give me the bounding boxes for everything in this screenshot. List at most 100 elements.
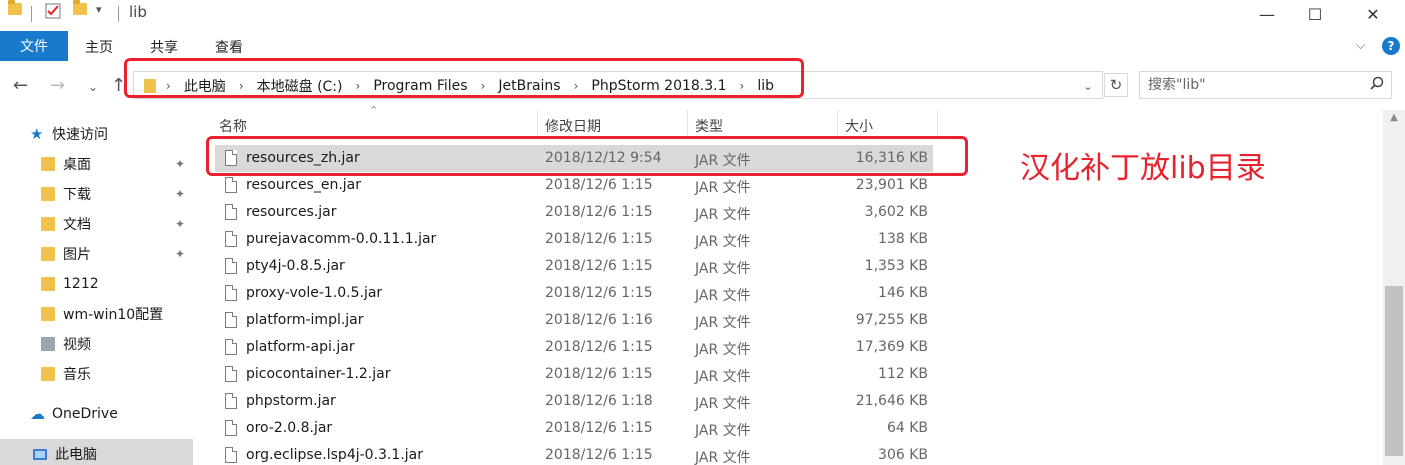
column-divider[interactable]: [937, 110, 938, 138]
file-name: phpstorm.jar: [246, 393, 336, 409]
file-name: platform-impl.jar: [246, 312, 364, 328]
ribbon: 文件 主页 共享 查看 ⌵ ?: [0, 31, 1405, 61]
table-row[interactable]: org.eclipse.lsp4j-0.3.1.jar 2018/12/6 1:…: [215, 442, 933, 465]
sidebar-item-pictures[interactable]: 图片 ✦: [0, 239, 193, 269]
sidebar-item-wm-win10[interactable]: wm-win10配置: [0, 299, 193, 329]
sidebar-item-this-pc[interactable]: 此电脑: [0, 439, 193, 465]
table-row[interactable]: platform-impl.jar 2018/12/6 1:16 JAR 文件 …: [215, 307, 933, 334]
breadcrumb: › 此电脑 › 本地磁盘 (C:) › Program Files › JetB…: [144, 76, 776, 96]
sidebar-item-quick-access[interactable]: ★ 快速访问: [0, 119, 193, 149]
sidebar-item-label: wm-win10配置: [63, 307, 164, 323]
pin-icon[interactable]: ✦: [175, 217, 185, 231]
scroll-thumb[interactable]: [1385, 286, 1403, 456]
tab-home[interactable]: 主页: [85, 37, 113, 57]
sidebar-item-label: 下载: [63, 187, 91, 203]
breadcrumb-program-files[interactable]: Program Files: [371, 78, 469, 94]
sidebar-item-downloads[interactable]: 下载 ✦: [0, 179, 193, 209]
breadcrumb-separator[interactable]: ›: [345, 79, 372, 93]
refresh-button[interactable]: ↻: [1104, 73, 1128, 97]
vertical-scrollbar[interactable]: ▲: [1383, 110, 1405, 465]
pin-icon[interactable]: ✦: [175, 247, 185, 261]
download-folder-icon: [41, 187, 55, 201]
file-icon: [225, 312, 237, 328]
table-row[interactable]: pty4j-0.8.5.jar 2018/12/6 1:15 JAR 文件 1,…: [215, 253, 933, 280]
sidebar-item-documents[interactable]: 文档 ✦: [0, 209, 193, 239]
column-divider[interactable]: [687, 110, 688, 138]
breadcrumb-separator[interactable]: ›: [228, 79, 255, 93]
sidebar-item-1212[interactable]: 1212: [0, 269, 193, 299]
sidebar-item-videos[interactable]: 视频: [0, 329, 193, 359]
back-button[interactable]: ←: [13, 75, 28, 96]
file-icon: [225, 366, 237, 382]
file-size: 97,255 KB: [855, 312, 928, 328]
search-icon[interactable]: [1370, 76, 1384, 94]
file-type: JAR 文件: [695, 153, 751, 169]
breadcrumb-separator[interactable]: ›: [729, 79, 756, 93]
search-box[interactable]: [1139, 71, 1392, 99]
folder-icon: [41, 307, 55, 321]
table-row[interactable]: oro-2.0.8.jar 2018/12/6 1:15 JAR 文件 64 K…: [215, 415, 933, 442]
file-type: JAR 文件: [695, 234, 751, 250]
address-bar[interactable]: › 此电脑 › 本地磁盘 (C:) › Program Files › JetB…: [133, 71, 1103, 99]
table-row[interactable]: phpstorm.jar 2018/12/6 1:18 JAR 文件 21,64…: [215, 388, 933, 415]
file-size: 146 KB: [878, 285, 928, 301]
column-header-name[interactable]: 名称: [219, 116, 247, 136]
table-row[interactable]: proxy-vole-1.0.5.jar 2018/12/6 1:15 JAR …: [215, 280, 933, 307]
file-type: JAR 文件: [695, 369, 751, 385]
maximize-button[interactable]: ☐: [1292, 0, 1338, 28]
file-icon: [225, 285, 237, 301]
file-size: 21,646 KB: [855, 393, 928, 409]
file-date: 2018/12/6 1:15: [545, 366, 653, 382]
pin-icon[interactable]: ✦: [175, 187, 185, 201]
column-header-size[interactable]: 大小: [845, 116, 873, 136]
pin-icon[interactable]: ✦: [175, 157, 185, 171]
navigation-pane: ★ 快速访问 桌面 ✦ 下载 ✦ 文档 ✦ 图片 ✦ 1212 wm-win10…: [0, 110, 193, 465]
help-icon[interactable]: ?: [1382, 37, 1400, 55]
address-dropdown-icon[interactable]: ⌄: [1078, 80, 1098, 93]
new-folder-icon[interactable]: [73, 0, 87, 15]
file-date: 2018/12/6 1:15: [545, 420, 653, 436]
file-type: JAR 文件: [695, 315, 751, 331]
column-header-type[interactable]: 类型: [695, 116, 723, 136]
tab-file[interactable]: 文件: [0, 31, 68, 61]
file-date: 2018/12/6 1:16: [545, 312, 653, 328]
search-input[interactable]: [1148, 77, 1358, 93]
properties-icon[interactable]: [45, 3, 61, 19]
table-row[interactable]: resources_zh.jar 2018/12/12 9:54 JAR 文件 …: [215, 145, 933, 172]
breadcrumb-local-disk[interactable]: 本地磁盘 (C:): [255, 76, 345, 96]
tab-view[interactable]: 查看: [215, 37, 243, 57]
forward-button[interactable]: →: [50, 75, 65, 96]
sidebar-item-music[interactable]: 音乐: [0, 359, 193, 389]
table-row[interactable]: picocontainer-1.2.jar 2018/12/6 1:15 JAR…: [215, 361, 933, 388]
column-divider[interactable]: [537, 110, 538, 138]
scroll-up-icon[interactable]: ▲: [1383, 112, 1405, 123]
table-row[interactable]: resources.jar 2018/12/6 1:15 JAR 文件 3,60…: [215, 199, 933, 226]
sidebar-item-desktop[interactable]: 桌面 ✦: [0, 149, 193, 179]
breadcrumb-jetbrains[interactable]: JetBrains: [496, 78, 562, 94]
table-row[interactable]: resources_en.jar 2018/12/6 1:15 JAR 文件 2…: [215, 172, 933, 199]
file-date: 2018/12/6 1:15: [545, 177, 653, 193]
customize-toolbar-icon[interactable]: ▾: [96, 3, 102, 16]
minimize-button[interactable]: —: [1244, 0, 1290, 28]
column-header-date[interactable]: 修改日期: [545, 116, 601, 136]
recent-locations-button[interactable]: ⌄: [88, 80, 98, 94]
breadcrumb-lib[interactable]: lib: [755, 78, 776, 94]
file-type: JAR 文件: [695, 207, 751, 223]
breadcrumb-phpstorm[interactable]: PhpStorm 2018.3.1: [589, 78, 728, 94]
file-size: 23,901 KB: [855, 177, 928, 193]
tab-share[interactable]: 共享: [150, 37, 178, 57]
table-row[interactable]: platform-api.jar 2018/12/6 1:15 JAR 文件 1…: [215, 334, 933, 361]
breadcrumb-separator[interactable]: ›: [563, 79, 590, 93]
file-icon: [225, 447, 237, 463]
column-divider[interactable]: [837, 110, 838, 138]
close-button[interactable]: ✕: [1350, 0, 1396, 28]
file-name: picocontainer-1.2.jar: [246, 366, 391, 382]
breadcrumb-this-pc[interactable]: 此电脑: [182, 76, 228, 96]
up-button[interactable]: ↑: [111, 75, 126, 96]
table-row[interactable]: purejavacomm-0.0.11.1.jar 2018/12/6 1:15…: [215, 226, 933, 253]
file-date: 2018/12/6 1:15: [545, 204, 653, 220]
sidebar-item-onedrive[interactable]: ☁ OneDrive: [0, 399, 193, 429]
expand-ribbon-icon[interactable]: ⌵: [1356, 38, 1365, 53]
breadcrumb-separator[interactable]: ›: [470, 79, 497, 93]
breadcrumb-separator: ›: [166, 79, 171, 93]
